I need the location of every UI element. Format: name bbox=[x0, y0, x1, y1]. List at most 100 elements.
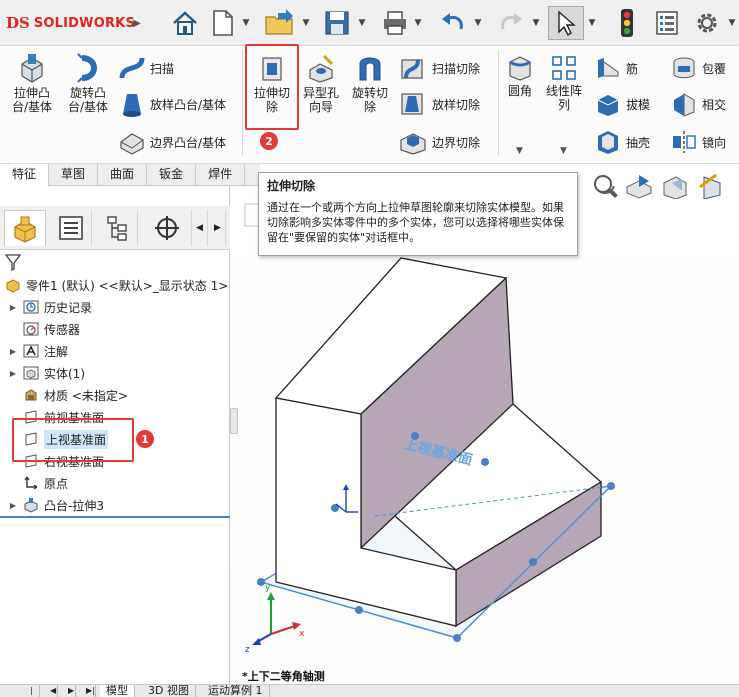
draft-button[interactable]: 拔模 bbox=[594, 90, 650, 118]
print-dropdown-arrow-icon[interactable]: ▼ bbox=[412, 6, 424, 40]
rebuild-button[interactable] bbox=[612, 6, 642, 40]
part-icon bbox=[4, 276, 22, 294]
tree-item-annotations[interactable]: ▶ 注解 bbox=[8, 340, 68, 362]
rib-button[interactable]: 筋 bbox=[594, 54, 638, 82]
revolve-cut-icon bbox=[359, 57, 381, 81]
redo-button[interactable] bbox=[494, 6, 528, 40]
options-dropdown-arrow-icon[interactable]: ▼ bbox=[726, 6, 738, 40]
tree-item-origin[interactable]: 原点 bbox=[22, 472, 68, 494]
configuration-manager-tab[interactable] bbox=[96, 210, 138, 246]
panel-collapse-handle[interactable] bbox=[230, 408, 238, 434]
lofted-cut-button[interactable]: 放样切除 bbox=[398, 90, 480, 118]
model-view-canvas[interactable]: 上视基准面 y x z bbox=[231, 174, 739, 684]
revolve-cut-label: 旋转切 除 bbox=[351, 86, 388, 114]
hole-wizard-button[interactable]: 异型孔 向导 bbox=[298, 54, 344, 114]
tree-item-solid-bodies[interactable]: ▶ 实体(1) bbox=[8, 362, 85, 384]
expand-arrow-icon[interactable]: ▶ bbox=[8, 501, 18, 510]
dimxpert-manager-tab[interactable] bbox=[142, 210, 192, 246]
command-tabs: 特征 草图 曲面 钣金 焊件 bbox=[0, 164, 260, 186]
graphics-viewport[interactable]: 上视基准面 y x z bbox=[231, 174, 739, 684]
expand-arrow-icon[interactable]: ▶ bbox=[8, 369, 18, 378]
expand-arrow-icon[interactable]: ▶ bbox=[8, 303, 18, 312]
extrude-cut-highlight bbox=[245, 44, 299, 130]
loft-boss-button[interactable]: 放样凸台/基体 bbox=[118, 90, 226, 118]
tabs-first-icon[interactable]: |◀ bbox=[24, 685, 40, 697]
shell-button[interactable]: 抽壳 bbox=[594, 128, 650, 156]
tab-surfaces[interactable]: 曲面 bbox=[98, 164, 148, 186]
tab-sheet-metal[interactable]: 钣金 bbox=[147, 164, 197, 186]
boundary-cut-button[interactable]: 边界切除 bbox=[398, 128, 480, 156]
mirror-label: 镜向 bbox=[702, 135, 727, 150]
tree-item-material[interactable]: 材质 <未指定> bbox=[22, 384, 128, 406]
new-dropdown-arrow-icon[interactable]: ▼ bbox=[240, 6, 252, 40]
revolve-boss-button[interactable]: 旋转凸 台/基体 bbox=[62, 52, 114, 114]
mirror-button[interactable]: 镜向 bbox=[670, 128, 726, 156]
tree-root-part[interactable]: 零件1 (默认) <<默认>_显示状态 1> bbox=[4, 274, 228, 296]
hole-wizard-icon bbox=[309, 54, 334, 83]
sweep-button[interactable]: 扫描 bbox=[118, 54, 174, 82]
boundary-boss-button[interactable]: 边界凸台/基体 bbox=[118, 128, 226, 156]
rib-icon bbox=[598, 58, 619, 78]
annotation-icon bbox=[22, 342, 40, 360]
panel-scroll-right-icon[interactable]: ▶ bbox=[210, 210, 226, 246]
undo-dropdown-arrow-icon[interactable]: ▼ bbox=[472, 6, 484, 40]
wrap-icon bbox=[673, 57, 695, 79]
expand-arrow-icon[interactable]: ▶ bbox=[8, 347, 18, 356]
linear-pattern-button[interactable]: 线性阵 列 bbox=[540, 54, 588, 112]
swept-cut-button[interactable]: 扫描切除 bbox=[398, 54, 480, 82]
tree-item-sensors[interactable]: 传感器 bbox=[22, 318, 80, 340]
logo-prefix: DS bbox=[6, 14, 30, 32]
tabs-next-icon[interactable]: ▶ bbox=[62, 685, 76, 697]
save-button[interactable] bbox=[320, 6, 354, 40]
view-orientation-icon[interactable] bbox=[660, 173, 690, 199]
tree-item-history[interactable]: ▶ 历史记录 bbox=[8, 296, 92, 318]
reference-triad: y x z bbox=[245, 583, 305, 655]
save-dropdown-arrow-icon[interactable]: ▼ bbox=[356, 6, 368, 40]
redo-dropdown-arrow-icon[interactable]: ▼ bbox=[530, 6, 542, 40]
tab-sketch[interactable]: 草图 bbox=[49, 164, 99, 186]
solidworks-logo[interactable]: DS SOLIDWORKS bbox=[6, 12, 135, 34]
tab-features[interactable]: 特征 bbox=[0, 164, 50, 186]
revolve-cut-button[interactable]: 旋转切 除 bbox=[346, 54, 394, 114]
file-properties-button[interactable] bbox=[652, 6, 682, 40]
tree-filter-button[interactable] bbox=[4, 252, 22, 272]
panel-scroll-left-icon[interactable]: ◀ bbox=[192, 210, 208, 246]
property-list-icon bbox=[58, 216, 83, 240]
tree-item-boss-extrude3[interactable]: ▶ 凸台-拉伸3 bbox=[8, 494, 104, 516]
pattern-dropdown-arrow-icon[interactable]: ▼ bbox=[560, 146, 567, 156]
property-manager-tab[interactable] bbox=[50, 210, 92, 246]
extrude-boss-button[interactable]: 拉伸凸 台/基体 bbox=[6, 52, 58, 114]
ribbon-separator bbox=[242, 50, 243, 156]
home-icon bbox=[173, 11, 197, 35]
wrap-button[interactable]: 包覆 bbox=[670, 54, 726, 82]
print-button[interactable] bbox=[378, 6, 412, 40]
fillet-dropdown-arrow-icon[interactable]: ▼ bbox=[516, 146, 523, 156]
tab-model[interactable]: 模型 bbox=[100, 685, 135, 697]
tabs-last-icon[interactable]: ▶| bbox=[80, 685, 96, 697]
new-document-button[interactable] bbox=[206, 6, 240, 40]
select-button[interactable] bbox=[548, 6, 584, 40]
sensor-icon bbox=[22, 320, 40, 338]
open-dropdown-arrow-icon[interactable]: ▼ bbox=[300, 6, 312, 40]
undo-button[interactable] bbox=[436, 6, 470, 40]
logo-menu-arrow-icon[interactable]: ▶ bbox=[130, 2, 144, 44]
select-dropdown-arrow-icon[interactable]: ▼ bbox=[586, 6, 598, 40]
options-button[interactable] bbox=[690, 6, 724, 40]
open-button[interactable] bbox=[262, 6, 298, 40]
gear-icon bbox=[697, 13, 717, 33]
home-button[interactable] bbox=[168, 6, 202, 40]
tab-3d-views[interactable]: 3D 视图 bbox=[142, 685, 196, 697]
display-style-icon[interactable] bbox=[696, 173, 726, 199]
tree-item-label: 实体(1) bbox=[44, 366, 85, 381]
hole-wizard-label: 异型孔 向导 bbox=[302, 86, 339, 114]
tab-weldments[interactable]: 焊件 bbox=[196, 164, 246, 186]
tab-motion-study[interactable]: 运动算例 1 bbox=[202, 685, 270, 697]
rollback-bar[interactable] bbox=[0, 516, 230, 518]
tabs-prev-icon[interactable]: ◀ bbox=[44, 685, 58, 697]
axis-x-label: x bbox=[299, 629, 305, 639]
section-view-icon[interactable] bbox=[624, 173, 654, 199]
feature-manager-tab[interactable] bbox=[4, 210, 46, 246]
zoom-to-fit-icon[interactable] bbox=[592, 173, 618, 199]
intersect-button[interactable]: 相交 bbox=[670, 90, 726, 118]
fillet-button[interactable]: 圆角 bbox=[502, 54, 538, 98]
